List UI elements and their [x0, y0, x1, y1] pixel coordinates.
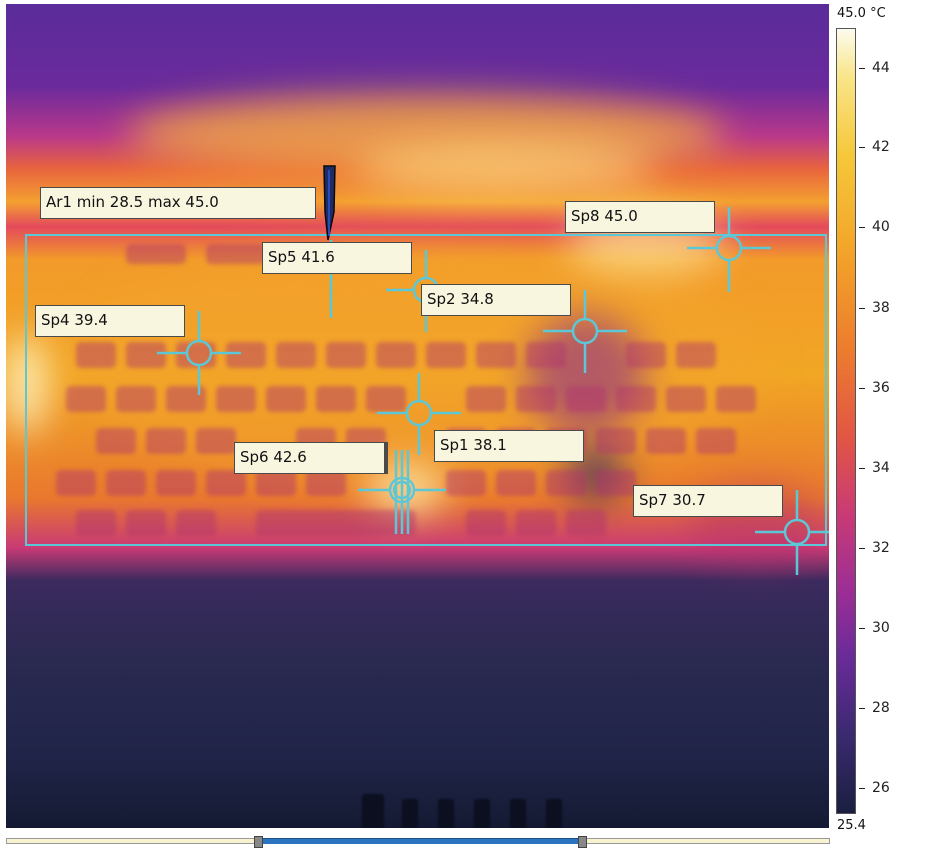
scale-tick — [859, 68, 865, 69]
range-selected-span[interactable] — [258, 838, 582, 844]
scale-tick — [859, 788, 865, 789]
scale-tick-label: 36 — [872, 380, 890, 396]
thermal-image[interactable] — [6, 4, 829, 828]
scale-tick — [859, 227, 865, 228]
scale-tick-label: 38 — [872, 300, 890, 316]
scale-tick-label: 28 — [872, 700, 890, 716]
scale-tick — [859, 308, 865, 309]
scale-tick-label: 44 — [872, 60, 890, 76]
scale-tick — [859, 708, 865, 709]
scale-tick — [859, 388, 865, 389]
range-handle-left[interactable] — [254, 836, 263, 848]
scale-tick-label: 32 — [872, 540, 890, 556]
scale-tick-label: 26 — [872, 780, 890, 796]
scale-tick — [859, 628, 865, 629]
scale-tick-label: 42 — [872, 139, 890, 155]
scale-tick — [859, 548, 865, 549]
temperature-range-slider[interactable] — [6, 836, 830, 848]
scale-max-label: 45.0 °C — [837, 6, 886, 21]
scale-tick-label: 34 — [872, 460, 890, 476]
scale-min-label: 25.4 — [837, 818, 866, 833]
scale-tick-label: 40 — [872, 219, 890, 235]
scale-tick — [859, 468, 865, 469]
scale-tick — [859, 147, 865, 148]
color-scale-bar[interactable] — [836, 28, 856, 814]
range-handle-right[interactable] — [578, 836, 587, 848]
scale-tick-label: 30 — [872, 620, 890, 636]
